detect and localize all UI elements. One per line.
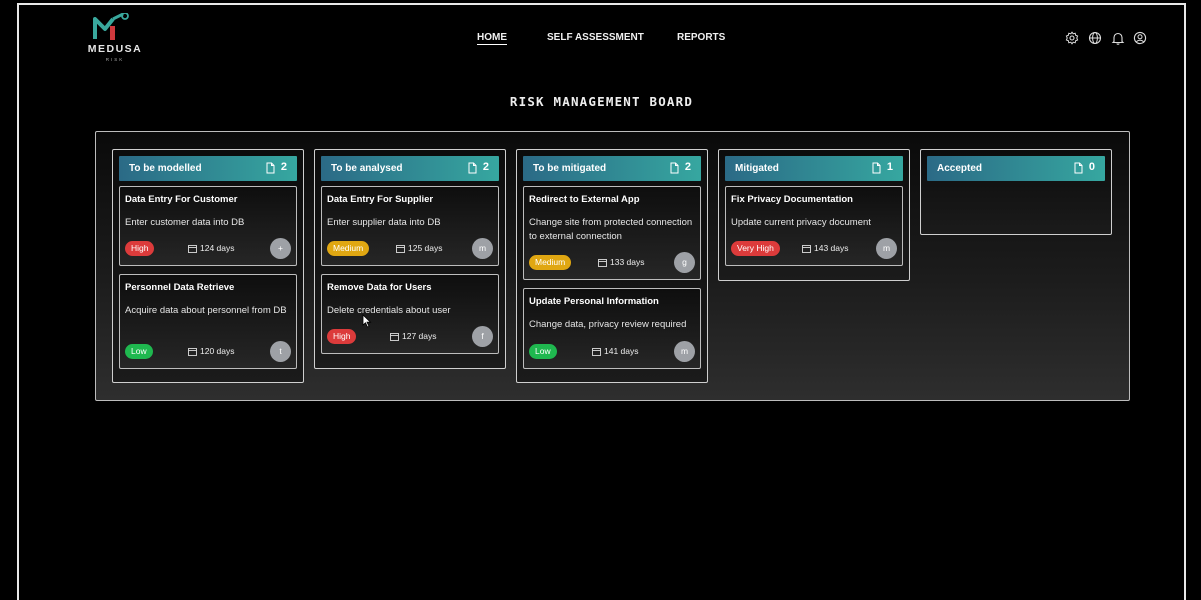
calendar-icon bbox=[592, 348, 601, 356]
card-title: Personnel Data Retrieve bbox=[125, 282, 235, 293]
column-title: Mitigated bbox=[735, 163, 779, 174]
card-title: Remove Data for Users bbox=[327, 282, 432, 293]
gear-icon[interactable] bbox=[1065, 31, 1079, 45]
days-indicator: 143 days bbox=[802, 243, 849, 253]
risk-card[interactable]: Redirect to External App Change site fro… bbox=[523, 186, 701, 280]
card-title: Update Personal Information bbox=[529, 296, 659, 307]
document-icon bbox=[872, 162, 881, 174]
column-title: To be analysed bbox=[331, 163, 403, 174]
column-count: 2 bbox=[684, 161, 691, 173]
column-title: Accepted bbox=[937, 163, 983, 174]
brand-subtitle: RISK bbox=[105, 57, 125, 62]
app-window: MEDUSA RISK HOME SELF ASSESSMENT REPORTS… bbox=[17, 3, 1186, 600]
column-count: 0 bbox=[1088, 161, 1095, 173]
calendar-icon bbox=[598, 259, 607, 267]
days-value: 141 days bbox=[604, 346, 639, 356]
risk-card[interactable]: Personnel Data Retrieve Acquire data abo… bbox=[119, 274, 297, 369]
calendar-icon bbox=[802, 245, 811, 253]
priority-badge: Low bbox=[529, 344, 557, 359]
bell-icon[interactable] bbox=[1111, 31, 1125, 45]
card-description: Delete credentials about user bbox=[327, 305, 451, 316]
avatar[interactable]: m bbox=[876, 238, 897, 259]
risk-card[interactable]: Remove Data for Users Delete credentials… bbox=[321, 274, 499, 354]
priority-badge: High bbox=[125, 241, 155, 256]
calendar-icon bbox=[188, 245, 197, 253]
risk-board: To be modelled 2 Data Entry For Customer… bbox=[95, 131, 1130, 401]
risk-card[interactable]: Update Personal Information Change data,… bbox=[523, 288, 701, 369]
column-header: To be mitigated 2 bbox=[523, 156, 701, 181]
risk-card[interactable]: Data Entry For Customer Enter customer d… bbox=[119, 186, 297, 266]
column-header: Mitigated 1 bbox=[725, 156, 903, 181]
days-value: 133 days bbox=[610, 257, 645, 267]
days-value: 143 days bbox=[814, 243, 849, 253]
column-to-be-analysed: To be analysed 2 Data Entry For Supplier… bbox=[314, 149, 506, 369]
avatar[interactable]: m bbox=[472, 238, 493, 259]
days-value: 120 days bbox=[200, 346, 235, 356]
days-indicator: 141 days bbox=[592, 346, 639, 356]
card-description: Update current privacy document bbox=[731, 217, 871, 228]
column-count: 2 bbox=[482, 161, 489, 173]
document-icon bbox=[266, 162, 275, 174]
column-count: 1 bbox=[886, 161, 893, 173]
nav-reports[interactable]: REPORTS bbox=[677, 32, 725, 43]
avatar[interactable]: f bbox=[472, 326, 493, 347]
priority-badge: Low bbox=[125, 344, 153, 359]
globe-icon[interactable] bbox=[1088, 31, 1102, 45]
days-value: 124 days bbox=[200, 243, 235, 253]
risk-card[interactable]: Data Entry For Supplier Enter supplier d… bbox=[321, 186, 499, 266]
card-title: Data Entry For Supplier bbox=[327, 194, 434, 205]
card-description: Change site from protected connection to… bbox=[529, 217, 693, 242]
column-header: To be analysed 2 bbox=[321, 156, 499, 181]
avatar[interactable]: t bbox=[270, 341, 291, 362]
column-count: 2 bbox=[280, 161, 287, 173]
column-title: To be modelled bbox=[129, 163, 202, 174]
nav-self-assessment[interactable]: SELF ASSESSMENT bbox=[547, 32, 644, 43]
mouse-cursor-icon bbox=[362, 314, 372, 328]
avatar[interactable]: + bbox=[270, 238, 291, 259]
page-title: RISK MANAGEMENT BOARD bbox=[509, 94, 694, 109]
days-value: 125 days bbox=[408, 243, 443, 253]
column-accepted: Accepted 0 bbox=[920, 149, 1112, 235]
card-description: Change data, privacy review required bbox=[529, 319, 687, 330]
calendar-icon bbox=[390, 333, 399, 341]
avatar[interactable]: g bbox=[674, 252, 695, 273]
card-title: Fix Privacy Documentation bbox=[731, 194, 853, 205]
priority-badge: Very High bbox=[731, 241, 780, 256]
card-description: Acquire data about personnel from DB bbox=[125, 305, 287, 316]
main-nav: HOME SELF ASSESSMENT REPORTS bbox=[19, 32, 1184, 46]
avatar[interactable]: m bbox=[674, 341, 695, 362]
card-title: Redirect to External App bbox=[529, 194, 640, 205]
priority-badge: Medium bbox=[327, 241, 370, 256]
column-title: To be mitigated bbox=[533, 163, 607, 174]
column-header: To be modelled 2 bbox=[119, 156, 297, 181]
risk-card[interactable]: Fix Privacy Documentation Update current… bbox=[725, 186, 903, 266]
days-indicator: 120 days bbox=[188, 346, 235, 356]
column-header: Accepted 0 bbox=[927, 156, 1105, 181]
nav-home[interactable]: HOME bbox=[477, 32, 507, 45]
days-value: 127 days bbox=[402, 331, 437, 341]
days-indicator: 127 days bbox=[390, 331, 437, 341]
days-indicator: 133 days bbox=[598, 257, 645, 267]
column-to-be-modelled: To be modelled 2 Data Entry For Customer… bbox=[112, 149, 304, 383]
card-description: Enter supplier data into DB bbox=[327, 217, 441, 228]
card-title: Data Entry For Customer bbox=[125, 194, 238, 205]
column-to-be-mitigated: To be mitigated 2 Redirect to External A… bbox=[516, 149, 708, 383]
document-icon bbox=[670, 162, 679, 174]
priority-badge: High bbox=[327, 329, 357, 344]
column-mitigated: Mitigated 1 Fix Privacy Documentation Up… bbox=[718, 149, 910, 281]
user-icon[interactable] bbox=[1133, 31, 1147, 45]
document-icon bbox=[468, 162, 477, 174]
days-indicator: 124 days bbox=[188, 243, 235, 253]
calendar-icon bbox=[188, 348, 197, 356]
document-icon bbox=[1074, 162, 1083, 174]
card-description: Enter customer data into DB bbox=[125, 217, 245, 228]
days-indicator: 125 days bbox=[396, 243, 443, 253]
priority-badge: Medium bbox=[529, 255, 572, 270]
calendar-icon bbox=[396, 245, 405, 253]
